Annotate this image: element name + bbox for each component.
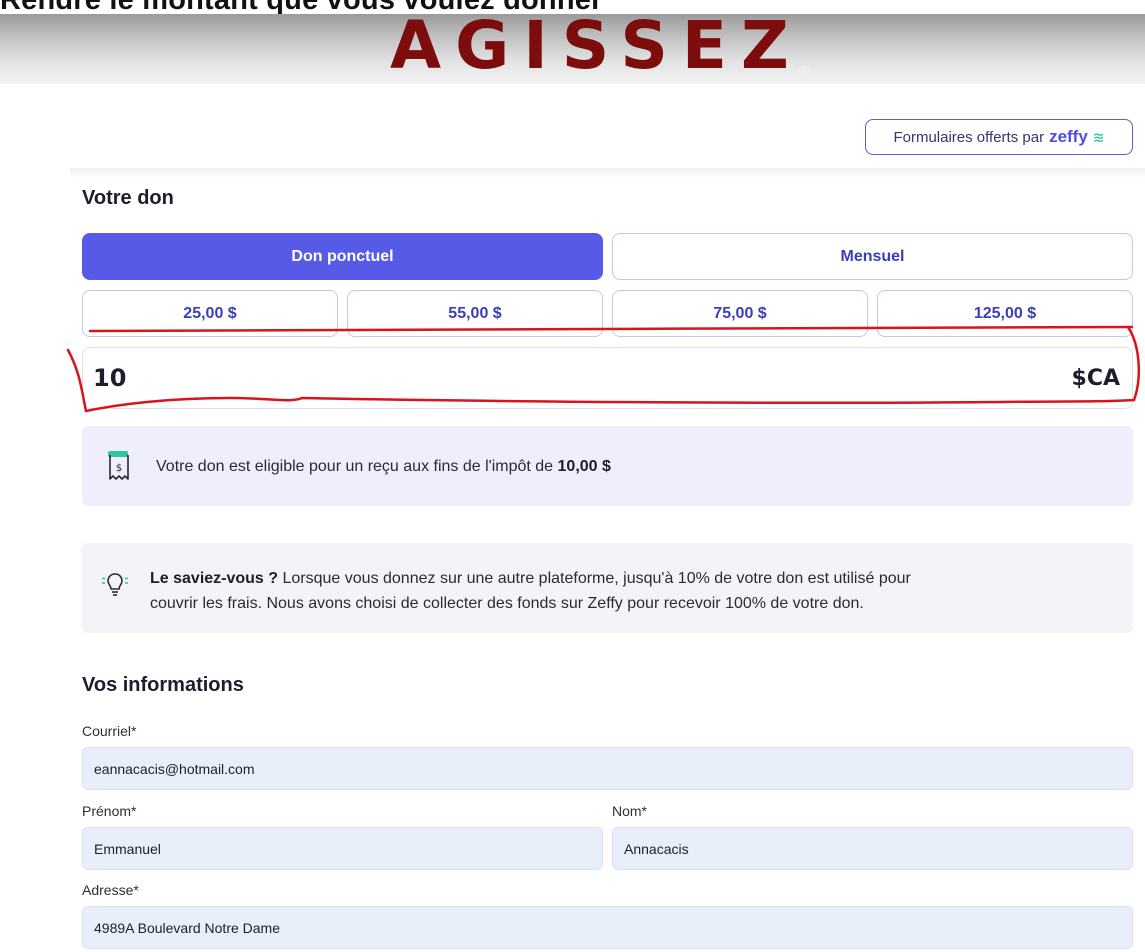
lightbulb-icon	[101, 573, 129, 596]
last-name-field[interactable]: Annacacis	[612, 827, 1133, 870]
tax-receipt-text: Votre don est eligible pour un reçu aux …	[156, 454, 611, 479]
did-you-know-line1: Lorsque vous donnez sur une autre platef…	[282, 570, 911, 587]
personal-info-title: Vos informations	[82, 674, 244, 696]
tax-receipt-label: Votre don est eligible pour un reçu aux …	[156, 457, 554, 475]
did-you-know-title: Le saviez-vous ?	[150, 570, 279, 587]
zeffy-badge-prefix: Formulaires offerts par	[893, 128, 1045, 146]
custom-amount-input[interactable]	[93, 364, 693, 392]
amount-button-75[interactable]: 75,00 $	[612, 290, 868, 337]
receipt-icon: $	[108, 451, 129, 480]
tax-receipt-amount: 10,00 $	[557, 457, 611, 475]
page: Rendre le montant que vous voulez donner…	[0, 0, 1145, 952]
first-name-field[interactable]: Emmanuel	[82, 827, 603, 870]
amount-button-125[interactable]: 125,00 $	[877, 290, 1133, 337]
email-field[interactable]: eannacacis@hotmail.com	[82, 747, 1133, 790]
currency-label: $CA	[1071, 365, 1120, 391]
banner-word: AGISSEZ	[390, 7, 803, 84]
zeffy-badge-link[interactable]: Formulaires offerts par zeffy ≋	[865, 119, 1133, 155]
tab-monthly[interactable]: Mensuel	[612, 233, 1133, 280]
did-you-know-notice: Le saviez-vous ? Lorsque vous donnez sur…	[82, 543, 1133, 633]
address-label: Adresse*	[82, 882, 139, 898]
tax-receipt-notice: $ Votre don est eligible pour un reçu au…	[82, 426, 1133, 506]
donation-section-title: Votre don	[82, 187, 174, 209]
header-banner: AGISSEZ	[0, 8, 1145, 84]
tab-one-time[interactable]: Don ponctuel	[82, 233, 603, 280]
amount-button-55[interactable]: 55,00 $	[347, 290, 603, 337]
address-field[interactable]: 4989A Boulevard Notre Dame	[82, 906, 1133, 949]
custom-amount-field[interactable]: $CA	[82, 347, 1133, 409]
last-name-label: Nom*	[612, 803, 648, 819]
first-name-label: Prénom*	[82, 803, 137, 819]
banner-dot	[798, 66, 812, 80]
did-you-know-text: Le saviez-vous ? Lorsque vous donnez sur…	[150, 566, 1080, 616]
zeffy-logo-icon: ≋	[1092, 128, 1105, 145]
amount-button-25[interactable]: 25,00 $	[82, 290, 338, 337]
did-you-know-line2: couvrir les frais. Nous avons choisi de …	[150, 595, 864, 612]
svg-text:$: $	[116, 463, 122, 474]
zeffy-logo-word: zeffy	[1049, 127, 1088, 146]
form-top-divider	[70, 168, 1145, 178]
email-label: Courriel*	[82, 723, 137, 739]
